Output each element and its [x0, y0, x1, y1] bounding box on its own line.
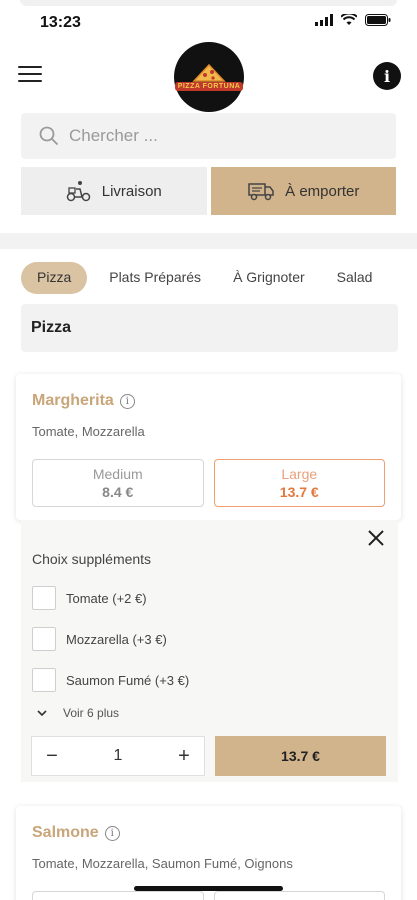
product-name-text: Margherita	[32, 392, 114, 409]
info-button[interactable]: i	[373, 62, 401, 90]
supplement-option[interactable]: Tomate (+2 €)	[32, 586, 147, 610]
takeaway-label: À emporter	[285, 182, 360, 200]
category-tab-pizza[interactable]: Pizza	[21, 262, 88, 294]
size-price: 8.4 €	[102, 484, 134, 500]
hamburger-menu-icon[interactable]	[18, 66, 42, 86]
search-icon	[39, 126, 59, 146]
product-card-margherita: Margherita i Tomate, Mozzarella Medium 8…	[16, 374, 401, 520]
takeaway-tab[interactable]: À emporter	[210, 167, 396, 215]
category-tab-salad[interactable]: Salad	[327, 262, 383, 294]
supplements-panel: Choix suppléments Tomate (+2 €) Mozzarel…	[21, 520, 398, 782]
supplement-label: Mozzarella (+3 €)	[66, 631, 167, 647]
quantity-stepper: − 1 +	[31, 736, 205, 776]
wifi-icon	[341, 14, 357, 25]
show-more-label: Voir 6 plus	[63, 706, 120, 720]
size-options	[32, 891, 385, 900]
restaurant-logo: PIZZA FORTUNA	[174, 42, 244, 112]
size-option-large[interactable]: Large 13.7 €	[213, 459, 385, 507]
status-bar: 13:23	[0, 0, 417, 44]
checkbox[interactable]	[32, 627, 56, 651]
delivery-scooter-icon	[66, 181, 90, 202]
supplement-label: Saumon Fumé (+3 €)	[66, 672, 190, 688]
signal-icon	[315, 14, 333, 26]
status-time: 13:23	[40, 14, 81, 31]
size-option[interactable]	[32, 891, 204, 900]
size-options: Medium 8.4 € Large 13.7 €	[32, 459, 385, 507]
product-info-icon[interactable]: i	[119, 393, 135, 409]
quantity-value: 1	[113, 747, 123, 764]
size-price: 13.7 €	[279, 484, 319, 500]
category-tabs: Pizza Plats Préparés À Grignoter Salad	[21, 262, 382, 294]
close-icon[interactable]	[366, 528, 386, 548]
search-placeholder: Chercher ...	[69, 126, 158, 145]
category-tab-a-grignoter[interactable]: À Grignoter	[223, 262, 315, 294]
plus-button[interactable]: +	[174, 745, 194, 768]
product-name-text: Salmone	[32, 824, 99, 841]
order-mode-selector: Livraison À emporter	[21, 167, 396, 215]
home-indicator	[134, 886, 283, 891]
logo-text: PIZZA FORTUNA	[174, 81, 244, 91]
size-option-medium[interactable]: Medium 8.4 €	[32, 459, 204, 507]
delivery-label: Livraison	[101, 182, 162, 200]
product-name: Margherita i	[32, 392, 385, 410]
delivery-tab[interactable]: Livraison	[21, 167, 207, 215]
chevron-down-icon	[37, 709, 47, 716]
battery-icon	[365, 14, 391, 26]
checkbox[interactable]	[32, 668, 56, 692]
checkbox[interactable]	[32, 586, 56, 610]
section-title: Pizza	[21, 304, 398, 352]
supplements-title: Choix suppléments	[32, 551, 152, 567]
product-info-icon[interactable]: i	[104, 825, 120, 841]
minus-button[interactable]: −	[42, 745, 62, 768]
supplement-option[interactable]: Saumon Fumé (+3 €)	[32, 668, 189, 692]
header: PIZZA FORTUNA i	[0, 40, 417, 112]
status-icons	[315, 14, 391, 26]
size-option[interactable]	[213, 891, 385, 900]
add-to-cart-button[interactable]: 13.7 €	[215, 736, 386, 776]
search-field[interactable]: Chercher ...	[21, 113, 396, 159]
size-label: Medium	[92, 466, 143, 482]
show-more-button[interactable]: Voir 6 plus	[37, 706, 119, 720]
size-label: Large	[281, 466, 318, 482]
product-name: Salmone i	[32, 824, 385, 842]
supplement-label: Tomate (+2 €)	[66, 590, 147, 606]
product-description: Tomate, Mozzarella, Saumon Fumé, Oignons	[32, 856, 293, 871]
supplement-option[interactable]: Mozzarella (+3 €)	[32, 627, 167, 651]
product-description: Tomate, Mozzarella	[32, 424, 145, 439]
pizza-slice-icon	[192, 63, 226, 82]
section-divider	[0, 233, 417, 249]
category-tab-plats-prepares[interactable]: Plats Préparés	[99, 262, 211, 294]
takeaway-van-icon	[248, 183, 274, 201]
